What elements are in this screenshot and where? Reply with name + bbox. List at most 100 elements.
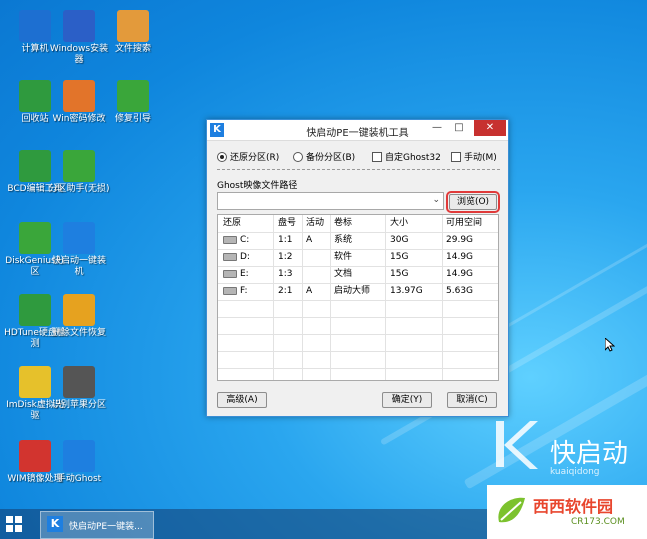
desktop-icon-label: 快启动一键装机: [51, 256, 106, 277]
desktop-icon-label: 手动Ghost: [56, 474, 102, 484]
restore-radio[interactable]: 还原分区(R): [217, 150, 279, 163]
computer-icon: [19, 10, 51, 42]
site-logo: 西西软件园 CR173.COM: [487, 485, 647, 539]
cell-free: 14.9G: [446, 269, 474, 279]
col-active: 活动: [306, 218, 325, 228]
taskbar-item-installer[interactable]: K 快启动PE一键装...: [40, 511, 154, 539]
password-lock-icon: [63, 80, 95, 112]
desktop-icon[interactable]: 分区助手(无损): [48, 150, 110, 195]
desktop-icon[interactable]: Windows安装器: [48, 10, 110, 66]
minimize-button[interactable]: —: [426, 120, 448, 136]
desktop-icon-label: Windows安装器: [49, 44, 109, 65]
cell-size: 30G: [390, 235, 409, 245]
gear-icon: [19, 150, 51, 182]
site-logo-text: 西西软件园: [533, 497, 614, 516]
col-disk: 盘号: [278, 218, 297, 228]
shield-check-icon: [63, 294, 95, 326]
manual-checkbox[interactable]: 手动(M): [451, 150, 497, 163]
desktop-icon[interactable]: 文件搜索: [102, 10, 164, 55]
desktop-icon-label: 文件搜索: [114, 44, 151, 54]
desktop-icon[interactable]: 识别苹果分区: [48, 366, 110, 411]
drive-icon: [223, 286, 237, 295]
wrench-icon: [19, 222, 51, 254]
path-combobox[interactable]: ⌄: [217, 192, 444, 210]
partition-table[interactable]: 还原 盘号 活动 卷标 大小 可用空间 C: 1:1 A 系统 30G 29.9G D: 1:…: [217, 214, 499, 381]
desktop-icon[interactable]: 快启动一键装机: [48, 222, 110, 278]
table-row[interactable]: E: 1:3 文档 15G 14.9G: [218, 266, 498, 283]
col-restore: 还原: [223, 218, 242, 228]
watermark-text: 快启动: [550, 439, 629, 469]
checkbox-icon: [451, 151, 461, 162]
apple-icon: [63, 366, 95, 398]
partition-icon: [63, 150, 95, 182]
restore-label: 还原分区(R): [230, 153, 280, 163]
close-button[interactable]: ✕: [474, 120, 506, 136]
browse-button[interactable]: 浏览(O): [446, 191, 500, 213]
ok-button[interactable]: 确定(Y): [382, 392, 432, 408]
manual-label: 手动(M): [464, 153, 497, 163]
advanced-button[interactable]: 高级(A): [217, 392, 267, 408]
cell-drive: D:: [240, 252, 250, 262]
cell-active: A: [306, 235, 313, 245]
radio-selected-icon: [217, 151, 227, 162]
file-search-icon: [117, 10, 149, 42]
cell-size: 15G: [390, 269, 409, 279]
site-logo-url: CR173.COM: [571, 517, 625, 527]
cell-size: 15G: [390, 252, 409, 262]
drive-icon: [223, 235, 237, 244]
cell-drive: E:: [240, 269, 249, 279]
watermark-sub: kuaiqidong: [550, 467, 600, 477]
maximize-button[interactable]: □: [448, 120, 470, 136]
drive-icon: [223, 252, 237, 261]
disc-icon: [19, 366, 51, 398]
cell-label: 软件: [334, 252, 353, 262]
ghost-icon: [63, 440, 95, 472]
drive-icon: [223, 269, 237, 278]
col-size: 大小: [390, 218, 409, 228]
clock-icon: [19, 294, 51, 326]
cell-disk: 1:1: [278, 235, 293, 245]
start-button[interactable]: [6, 516, 22, 532]
divider: [217, 169, 500, 170]
backup-label: 备份分区(B): [306, 153, 356, 163]
table-row[interactable]: C: 1:1 A 系统 30G 29.9G: [218, 232, 498, 249]
radio-icon: [293, 151, 303, 162]
cell-free: 5.63G: [446, 286, 474, 296]
k-logo-icon: [63, 222, 95, 254]
table-header: 还原 盘号 活动 卷标 大小 可用空间: [218, 215, 498, 232]
cell-active: A: [306, 286, 313, 296]
windows-installer-icon: [63, 10, 95, 42]
desktop-icon-label: 分区助手(无损): [48, 184, 110, 194]
runner-repair-icon: [117, 80, 149, 112]
cell-disk: 2:1: [278, 286, 293, 296]
desktop-icon[interactable]: 修复引导: [102, 80, 164, 125]
checkbox-icon: [372, 151, 382, 162]
cell-disk: 1:2: [278, 252, 293, 262]
col-label: 卷标: [334, 218, 353, 228]
cancel-button[interactable]: 取消(C): [447, 392, 497, 408]
taskbar-item-label: 快启动PE一键装...: [69, 522, 143, 532]
desktop-icon[interactable]: 手动Ghost: [48, 440, 110, 485]
cell-disk: 1:3: [278, 269, 293, 279]
desktop-icon[interactable]: Win密码修改: [48, 80, 110, 125]
path-label: Ghost映像文件路径: [217, 181, 298, 191]
k-logo-icon: K: [47, 516, 63, 532]
ghost32-checkbox[interactable]: 自定Ghost32: [372, 150, 441, 163]
cursor-icon: [605, 338, 615, 352]
leaf-logo-icon: [498, 497, 525, 523]
title-bar[interactable]: K 快启动PE一键装机工具 — □ ✕: [207, 120, 508, 141]
desktop-icon-label: 修复引导: [114, 114, 151, 124]
desktop-icon-label: 识别苹果分区: [51, 400, 106, 410]
cell-label: 系统: [334, 235, 353, 245]
col-free: 可用空间: [446, 218, 483, 228]
cell-label: 文档: [334, 269, 353, 279]
wim-icon: [19, 440, 51, 472]
cell-free: 29.9G: [446, 235, 474, 245]
chevron-down-icon[interactable]: ⌄: [432, 195, 440, 205]
installer-window: K 快启动PE一键装机工具 — □ ✕ 还原分区(R) 备份分区(B) 自定Gh…: [206, 119, 509, 417]
table-row[interactable]: D: 1:2 软件 15G 14.9G: [218, 249, 498, 266]
table-row[interactable]: F: 2:1 A 启动大师 13.97G 5.63G: [218, 283, 498, 300]
backup-radio[interactable]: 备份分区(B): [293, 150, 355, 163]
cell-size: 13.97G: [390, 286, 423, 296]
desktop-icon[interactable]: 删除文件恢复: [48, 294, 110, 339]
